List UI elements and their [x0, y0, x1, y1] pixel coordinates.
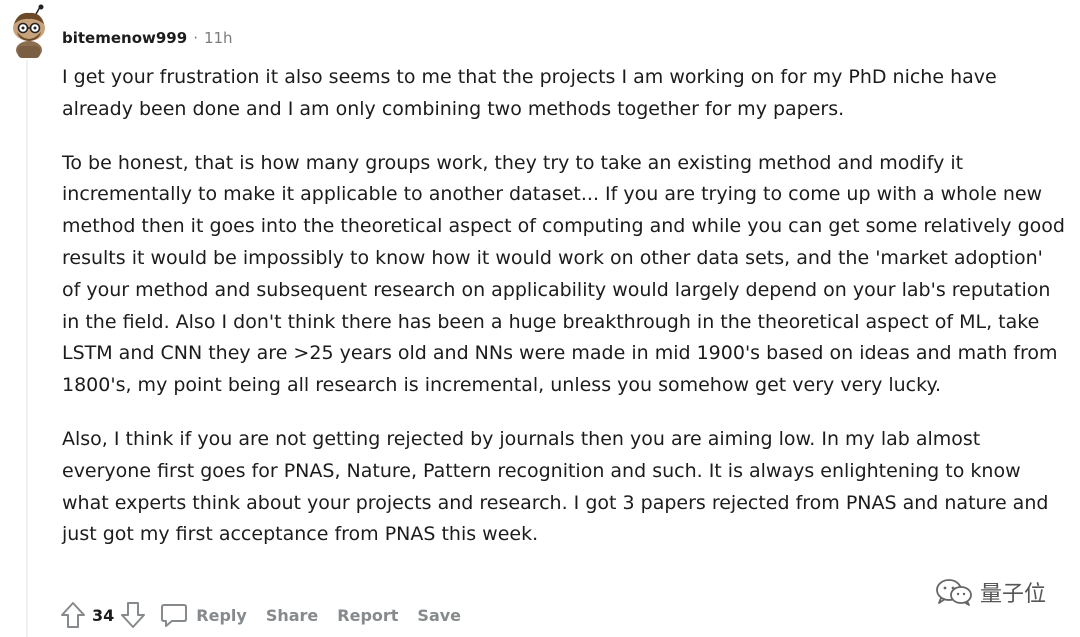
upvote-arrow-icon [61, 602, 85, 628]
meta-separator: · [193, 29, 198, 47]
avatar[interactable] [6, 4, 52, 59]
comment: bitemenow999 · 11h I get your frustratio… [0, 0, 1080, 637]
upvote-button[interactable] [58, 600, 88, 630]
comment-paragraph: Also, I think if you are not getting rej… [62, 427, 1049, 546]
reply-label: Reply [196, 605, 247, 625]
save-button[interactable]: Save [417, 606, 461, 625]
comment-header: bitemenow999 · 11h [62, 27, 233, 49]
downvote-arrow-icon [121, 602, 146, 628]
comment-actions: 34 Reply Share Report Save [58, 597, 461, 633]
comment-body: I get your frustration it also seems to … [62, 62, 1067, 573]
thread-line[interactable] [26, 60, 28, 637]
comment-paragraph: I get your frustration it also seems to … [62, 66, 997, 120]
wechat-icon [936, 579, 972, 606]
vote-score: 34 [92, 605, 115, 625]
snoo-avatar-icon [13, 4, 45, 59]
watermark: 量子位 [934, 576, 1046, 608]
downvote-button[interactable] [118, 600, 148, 630]
comment-paragraph: To be honest, that is how many groups wo… [62, 151, 1065, 397]
share-button[interactable]: Share [266, 606, 318, 625]
watermark-text: 量子位 [979, 582, 1046, 607]
reply-button[interactable]: Reply [160, 602, 247, 628]
report-button[interactable]: Report [337, 606, 398, 625]
username[interactable]: bitemenow999 [62, 29, 187, 47]
timestamp[interactable]: 11h [204, 29, 233, 47]
comment-bubble-icon [161, 604, 188, 627]
